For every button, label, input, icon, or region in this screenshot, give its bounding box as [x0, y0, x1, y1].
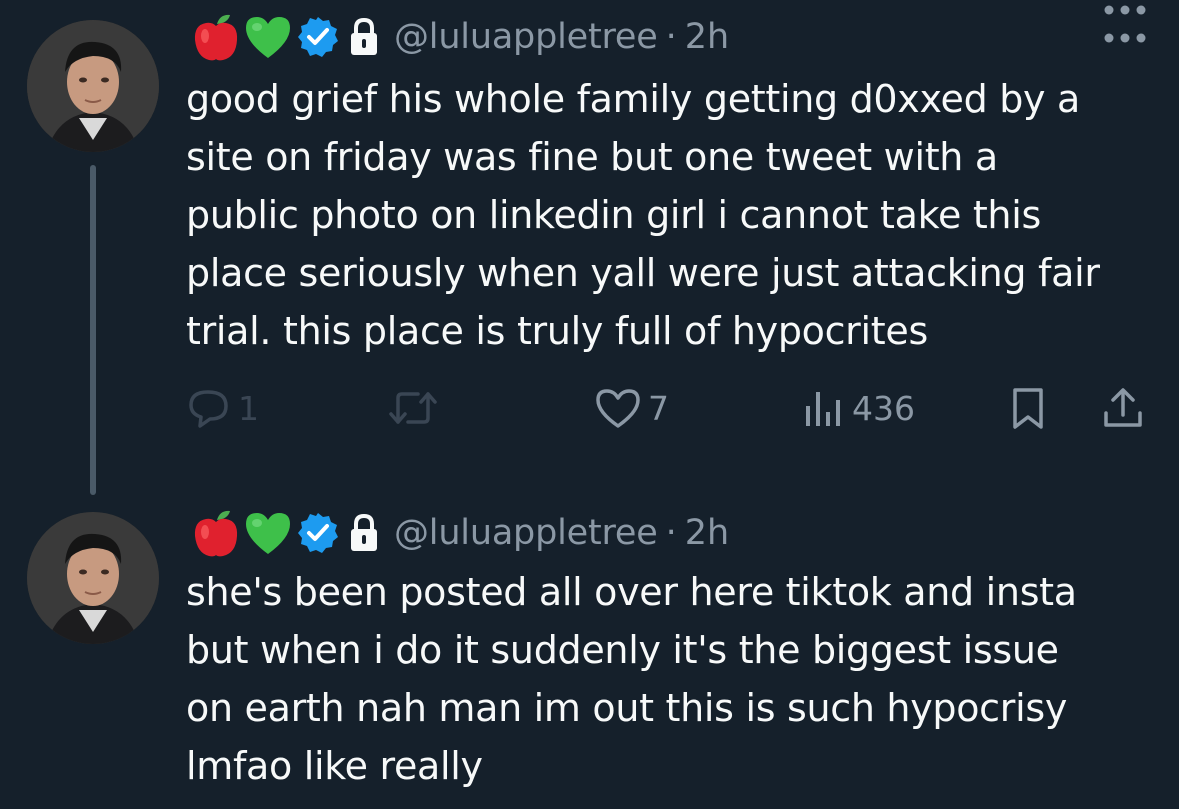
tweet-text-line: lmfao like really: [186, 744, 483, 788]
lock-icon: [346, 15, 382, 59]
retweet-button[interactable]: [386, 383, 440, 433]
tweet-text-line: good grief his whole family getting d0xx…: [186, 77, 1080, 121]
tweet-text-line: place seriously when yall were just atta…: [186, 251, 1100, 295]
reply-count: 1: [238, 388, 259, 428]
view-count: 436: [852, 388, 915, 428]
tweet-text-line: on earth nah man im out this is such hyp…: [186, 686, 1068, 730]
views-button[interactable]: 436: [800, 383, 915, 433]
more-options-icon[interactable]: [1101, 28, 1149, 48]
share-button[interactable]: [1101, 383, 1145, 433]
tweet-text-line: but when i do it suddenly it's the bigge…: [186, 628, 1059, 672]
red-apple-icon: [190, 12, 242, 62]
tweet-text: good grief his whole family getting d0xx…: [186, 70, 1166, 360]
retweet-icon: [389, 392, 437, 424]
timestamp[interactable]: 2h: [685, 17, 729, 57]
share-icon: [1104, 388, 1142, 427]
thread-connector-line: [90, 165, 96, 495]
like-icon: [596, 389, 640, 428]
reply-button[interactable]: 1: [186, 383, 259, 433]
user-handle[interactable]: @luluappletree: [394, 17, 658, 57]
green-heart-icon: [242, 12, 294, 62]
tweet-text-line: public photo on linkedin girl i cannot t…: [186, 193, 1041, 237]
tweet-header: @luluappletree · 2h: [190, 508, 729, 558]
avatar[interactable]: [27, 20, 159, 152]
lock-icon: [346, 511, 382, 555]
red-apple-icon: [190, 508, 242, 558]
tweet-text-line: site on friday was fine but one tweet wi…: [186, 135, 998, 179]
tweet[interactable]: @luluappletree · 2h she's been posted al…: [0, 500, 1179, 809]
like-count: 7: [648, 388, 669, 428]
tweet-text: she's been posted all over here tiktok a…: [186, 563, 1166, 795]
tweet-actions: 1 7 436: [186, 383, 1156, 433]
reply-icon: [189, 390, 228, 428]
separator-dot: ·: [665, 17, 677, 57]
separator-dot: ·: [665, 513, 677, 553]
verified-badge-icon[interactable]: [296, 15, 340, 59]
green-heart-icon: [242, 508, 294, 558]
tweet[interactable]: @luluappletree · 2h good grief his whole…: [0, 0, 1179, 500]
tweet-text-line: trial. this place is truly full of hypoc…: [186, 309, 928, 353]
verified-badge-icon[interactable]: [296, 511, 340, 555]
bookmark-button[interactable]: [1006, 383, 1050, 433]
avatar[interactable]: [27, 512, 159, 644]
more-options-icon[interactable]: [1101, 0, 1149, 20]
bookmark-icon: [1013, 388, 1043, 429]
tweet-text-line: she's been posted all over here tiktok a…: [186, 570, 1077, 614]
user-handle[interactable]: @luluappletree: [394, 513, 658, 553]
like-button[interactable]: 7: [594, 383, 669, 433]
tweet-header: @luluappletree · 2h: [190, 12, 729, 62]
views-icon: [806, 392, 840, 426]
timestamp[interactable]: 2h: [685, 513, 729, 553]
